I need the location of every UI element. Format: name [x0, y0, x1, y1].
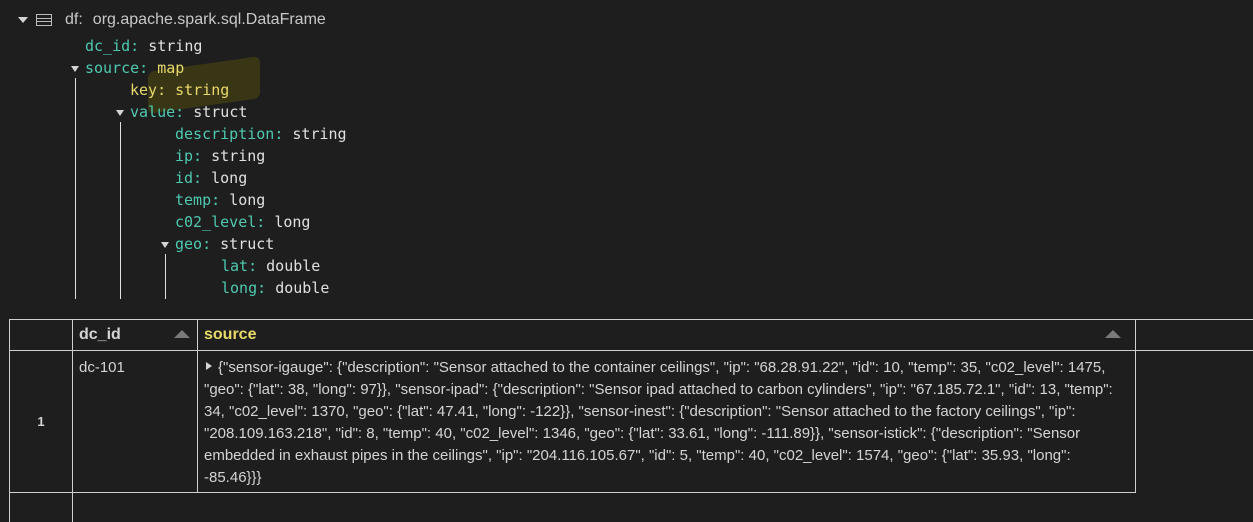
- cell-value: dc-101: [79, 359, 125, 376]
- field-name: description:: [175, 125, 284, 143]
- tree-guide: [120, 122, 121, 299]
- field-type: long: [211, 169, 248, 187]
- sort-icon[interactable]: [1105, 330, 1121, 338]
- field-value[interactable]: value: struct: [130, 101, 247, 123]
- column-header-dc-id[interactable]: dc_id: [72, 319, 198, 351]
- row-number-label: 1: [37, 414, 45, 429]
- field-type: long: [274, 213, 311, 231]
- field-name: temp:: [175, 191, 221, 209]
- field-key: key: string: [130, 79, 229, 101]
- df-label: df:: [65, 11, 83, 28]
- sort-icon[interactable]: [174, 330, 190, 338]
- field-type: double: [266, 257, 321, 275]
- table-cell-dc-id[interactable]: dc-101: [72, 350, 198, 493]
- field-name: lat:: [221, 257, 258, 275]
- field-c02-level: c02_level: long: [175, 211, 310, 233]
- field-type: string: [211, 147, 266, 165]
- field-type: string: [175, 81, 230, 99]
- field-name: c02_level:: [175, 213, 266, 231]
- field-source[interactable]: source: map: [85, 57, 184, 79]
- field-type: string: [292, 125, 347, 143]
- field-name: value:: [130, 103, 185, 121]
- field-type: long: [229, 191, 266, 209]
- results-table: dc_id source 1 dc-101 {"sensor-igauge": …: [9, 319, 1253, 522]
- header-filler: [1135, 319, 1253, 351]
- tree-guide: [75, 78, 76, 299]
- field-lat: lat: double: [221, 255, 320, 277]
- chevron-down-icon[interactable]: [71, 66, 79, 72]
- field-name: long:: [221, 279, 267, 297]
- field-name: id:: [175, 169, 203, 187]
- field-description: description: string: [175, 123, 347, 145]
- table-cell-source[interactable]: {"sensor-igauge": {"description": "Senso…: [197, 350, 1136, 493]
- field-name: geo:: [175, 235, 212, 253]
- schema-tree: df: org.apache.spark.sql.DataFrame dc_id…: [0, 0, 1253, 310]
- field-id: id: long: [175, 167, 247, 189]
- field-geo[interactable]: geo: struct: [175, 233, 274, 255]
- column-header-label: source: [204, 326, 257, 343]
- table-icon: [36, 14, 52, 26]
- field-type: double: [275, 279, 330, 297]
- field-name: source:: [85, 59, 149, 77]
- chevron-down-icon[interactable]: [18, 17, 28, 23]
- df-type: org.apache.spark.sql.DataFrame: [92, 11, 326, 28]
- chevron-right-icon[interactable]: [206, 362, 212, 370]
- empty-row-gutter: [9, 492, 73, 522]
- field-type: string: [148, 37, 203, 55]
- column-header-label: dc_id: [79, 326, 121, 343]
- field-type: struct: [220, 235, 275, 253]
- row-number: 1: [9, 350, 73, 493]
- field-long: long: double: [221, 277, 329, 299]
- column-header-source[interactable]: source: [197, 319, 1136, 351]
- field-type: map: [157, 59, 185, 77]
- field-type: struct: [193, 103, 248, 121]
- dataframe-header[interactable]: df: org.apache.spark.sql.DataFrame: [18, 10, 326, 30]
- field-name: key:: [130, 81, 167, 99]
- field-name: ip:: [175, 147, 203, 165]
- tree-guide: [165, 254, 166, 299]
- field-temp: temp: long: [175, 189, 265, 211]
- chevron-down-icon[interactable]: [161, 242, 169, 248]
- chevron-down-icon[interactable]: [116, 110, 124, 116]
- row-number-header: [9, 319, 73, 351]
- field-ip: ip: string: [175, 145, 265, 167]
- field-dc-id: dc_id: string: [85, 35, 202, 57]
- field-name: dc_id:: [85, 37, 140, 55]
- cell-value: {"sensor-igauge": {"description": "Senso…: [204, 359, 1113, 486]
